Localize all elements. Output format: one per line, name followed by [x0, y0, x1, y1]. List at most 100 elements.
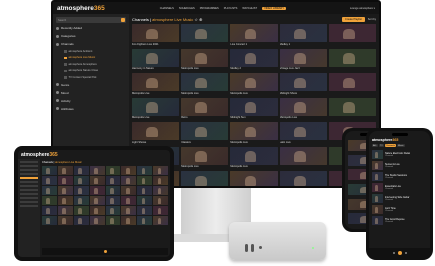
ipad-sidebar-item[interactable] — [20, 165, 38, 167]
video-thumbnail[interactable] — [137, 186, 153, 195]
video-thumbnail[interactable] — [89, 196, 105, 205]
video-tile[interactable]: My Favorite Hot Hits — [279, 171, 327, 186]
video-thumbnail[interactable] — [230, 48, 278, 67]
tab[interactable]: Channels — [384, 144, 396, 147]
video-thumbnail[interactable] — [73, 166, 89, 175]
video-thumbnail[interactable] — [153, 186, 168, 195]
video-tile[interactable]: Harmony in Nature — [132, 48, 180, 72]
sidebar-subitem[interactable]: atmosphere Atmosphere — [56, 62, 126, 67]
video-thumbnail[interactable] — [73, 176, 89, 185]
ipad-sidebar-item[interactable] — [20, 197, 38, 199]
video-thumbnail[interactable] — [132, 122, 180, 140]
video-thumbnail[interactable] — [42, 166, 57, 175]
video-thumbnail[interactable] — [132, 97, 180, 116]
video-tile[interactable]: Metropolis Live — [181, 48, 229, 72]
next-icon[interactable] — [404, 251, 407, 254]
video-thumbnail[interactable] — [121, 196, 137, 205]
video-thumbnail[interactable] — [73, 196, 89, 205]
video-thumbnail[interactable] — [121, 176, 137, 185]
sidebar-item[interactable]: Activity — [56, 98, 126, 104]
list-item[interactable]: The Good Repose Channel — [372, 216, 427, 225]
video-tile[interactable] — [328, 97, 376, 121]
video-thumbnail[interactable] — [153, 166, 168, 175]
video-tile[interactable]: Metropolis Live — [279, 97, 327, 121]
video-thumbnail[interactable] — [328, 24, 376, 42]
video-tile[interactable] — [328, 48, 376, 72]
breadcrumb-root[interactable]: Channels | — [42, 161, 55, 164]
video-tile[interactable]: Foo Fighters Live 2021 — [132, 24, 180, 47]
sidebar-item[interactable]: Categories — [56, 33, 126, 39]
list-item[interactable]: Sunset & Live Channel — [372, 161, 427, 170]
video-tile[interactable] — [181, 24, 229, 47]
video-thumbnail[interactable] — [42, 176, 57, 185]
ipad-sidebar-item[interactable] — [20, 173, 38, 175]
video-thumbnail[interactable] — [57, 196, 73, 205]
video-thumbnail[interactable] — [328, 97, 376, 116]
app-logo[interactable]: atmosphere365 — [57, 5, 105, 12]
sidebar-item[interactable]: Genre — [56, 82, 126, 88]
video-thumbnail[interactable] — [89, 166, 105, 175]
video-tile[interactable]: Midnight Shore — [279, 73, 327, 96]
video-thumbnail[interactable] — [279, 24, 327, 42]
video-thumbnail[interactable] — [105, 186, 121, 195]
video-thumbnail[interactable] — [279, 122, 327, 140]
ipad-sidebar-item[interactable] — [20, 193, 38, 195]
video-tile[interactable]: Metropolis Live — [230, 73, 278, 96]
video-thumbnail[interactable] — [372, 161, 383, 170]
nav-item[interactable]: CHANNELS — [160, 7, 174, 10]
play-button[interactable] — [397, 250, 402, 255]
video-tile[interactable]: Live Concert 1 — [230, 24, 278, 47]
list-item[interactable]: Intervening Side Guitar Channel — [372, 194, 427, 203]
iphone-logo[interactable]: atmosphere365 — [372, 138, 398, 142]
video-thumbnail[interactable] — [57, 186, 73, 195]
video-thumbnail[interactable] — [89, 216, 105, 225]
ipad-sidebar-item[interactable] — [20, 185, 38, 187]
video-tile[interactable]: Metropolis Live — [230, 122, 278, 145]
video-thumbnail[interactable] — [105, 196, 121, 205]
video-thumbnail[interactable] — [121, 216, 137, 225]
sidebar-item[interactable]: Mood — [56, 90, 126, 96]
sidebar-subitem[interactable]: atmosphere Ambient — [56, 49, 126, 54]
video-thumbnail[interactable] — [105, 176, 121, 185]
nav-item[interactable]: VIDEO LIBRARY — [262, 6, 286, 10]
search-input[interactable]: Search — [56, 17, 126, 23]
video-thumbnail[interactable] — [42, 196, 57, 205]
video-thumbnail[interactable] — [181, 171, 229, 186]
video-tile[interactable] — [328, 73, 376, 96]
video-thumbnail[interactable] — [105, 206, 121, 215]
video-thumbnail[interactable] — [137, 206, 153, 215]
video-thumbnail[interactable] — [132, 24, 180, 42]
breadcrumb-root[interactable]: Channels | — [132, 17, 152, 22]
nav-item[interactable]: PLAYLISTS — [224, 7, 238, 10]
nav-item[interactable]: WATCHLIST — [242, 7, 257, 10]
sort-select[interactable]: Sort by — [368, 18, 376, 21]
search-icon[interactable] — [121, 18, 125, 22]
list-item[interactable]: The Studio Sessions Channel — [372, 172, 427, 181]
video-thumbnail[interactable] — [153, 176, 168, 185]
video-thumbnail[interactable] — [181, 24, 229, 42]
video-thumbnail[interactable] — [57, 166, 73, 175]
list-item[interactable]: Jazz Time Channel — [372, 205, 427, 214]
previous-icon[interactable] — [392, 251, 395, 254]
video-thumbnail[interactable] — [132, 73, 180, 91]
video-thumbnail[interactable] — [73, 216, 89, 225]
video-thumbnail[interactable] — [121, 186, 137, 195]
video-thumbnail[interactable] — [137, 166, 153, 175]
sidebar-item[interactable]: Attributes — [56, 106, 126, 112]
video-thumbnail[interactable] — [89, 176, 105, 185]
ipad-sidebar-item[interactable] — [20, 205, 38, 207]
video-tile[interactable]: Metropolis Live — [230, 146, 278, 170]
video-thumbnail[interactable] — [73, 186, 89, 195]
ipad-sidebar-item[interactable] — [20, 201, 38, 203]
video-tile[interactable]: Light Shows — [132, 122, 180, 145]
video-thumbnail[interactable] — [230, 122, 278, 140]
video-thumbnail[interactable] — [230, 171, 278, 186]
video-tile[interactable]: Medley 1 — [279, 24, 327, 47]
video-thumbnail[interactable] — [279, 73, 327, 91]
video-thumbnail[interactable] — [132, 48, 180, 67]
video-thumbnail[interactable] — [57, 176, 73, 185]
video-tile[interactable]: Classics — [181, 122, 229, 145]
sidebar-subitem[interactable]: atmosphere Live Music — [56, 56, 126, 61]
sidebar-subitem[interactable]: atmosphere Nature Close — [56, 69, 126, 74]
ipad-sidebar-item[interactable] — [20, 189, 38, 191]
